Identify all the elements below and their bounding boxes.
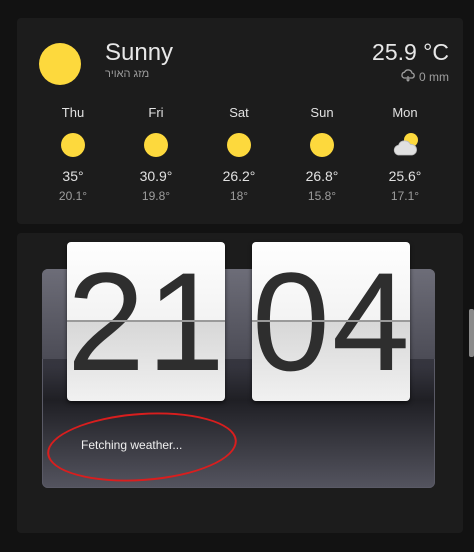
weather-condition: Sunny: [105, 39, 174, 66]
forecast-high: 25.6°: [388, 168, 422, 184]
forecast-high: 26.2°: [222, 168, 256, 184]
sun-icon: [39, 43, 81, 85]
sun-icon: [310, 133, 334, 157]
partly-cloudy-icon: [391, 131, 419, 159]
weather-entity-name: מזג האויר: [105, 68, 150, 80]
forecast-day-name: Sat: [229, 105, 249, 120]
forecast-day: Sun 26.8° 15.8°: [292, 104, 352, 203]
forecast-day: Fri 30.9° 19.8°: [126, 104, 186, 203]
forecast-low: 20.1°: [58, 189, 88, 203]
sun-icon: [61, 133, 85, 157]
weather-card[interactable]: Sunny מזג האויר 25.9 °C 0 mm Thu 35° 20.…: [17, 18, 463, 224]
rain-cloud-icon: [400, 69, 416, 85]
current-temperature: 25.9 °C: [372, 39, 449, 65]
forecast-low: 15.8°: [307, 189, 337, 203]
forecast-day-name: Fri: [148, 105, 164, 120]
minutes-flip-card: 04: [252, 242, 410, 401]
forecast-day-name: Sun: [310, 105, 334, 120]
forecast-low: 17.1°: [390, 189, 420, 203]
flip-divider: [252, 320, 410, 322]
flip-clock-card[interactable]: 21 04 Fetching weather...: [17, 233, 463, 533]
forecast: Thu 35° 20.1° Fri 30.9° 19.8° Sat 26.2° …: [17, 104, 463, 214]
forecast-low: 18°: [229, 189, 249, 203]
forecast-low: 19.8°: [141, 189, 171, 203]
precipitation-value: 0 mm: [419, 70, 449, 84]
sun-icon: [227, 133, 251, 157]
sun-icon: [144, 133, 168, 157]
forecast-day: Sat 26.2° 18°: [209, 104, 269, 203]
forecast-high: 26.8°: [305, 168, 339, 184]
forecast-day-name: Mon: [392, 105, 418, 120]
hours-flip-card: 21: [67, 242, 225, 401]
forecast-high: 35°: [62, 168, 84, 184]
scrollbar-thumb[interactable]: [469, 309, 474, 357]
forecast-high: 30.9°: [139, 168, 173, 184]
forecast-day-name: Thu: [61, 105, 85, 120]
forecast-day: Thu 35° 20.1°: [43, 104, 103, 203]
flip-divider: [67, 320, 225, 322]
precipitation: 0 mm: [400, 69, 449, 85]
forecast-day: Mon 25.6° 17.1°: [375, 104, 435, 203]
